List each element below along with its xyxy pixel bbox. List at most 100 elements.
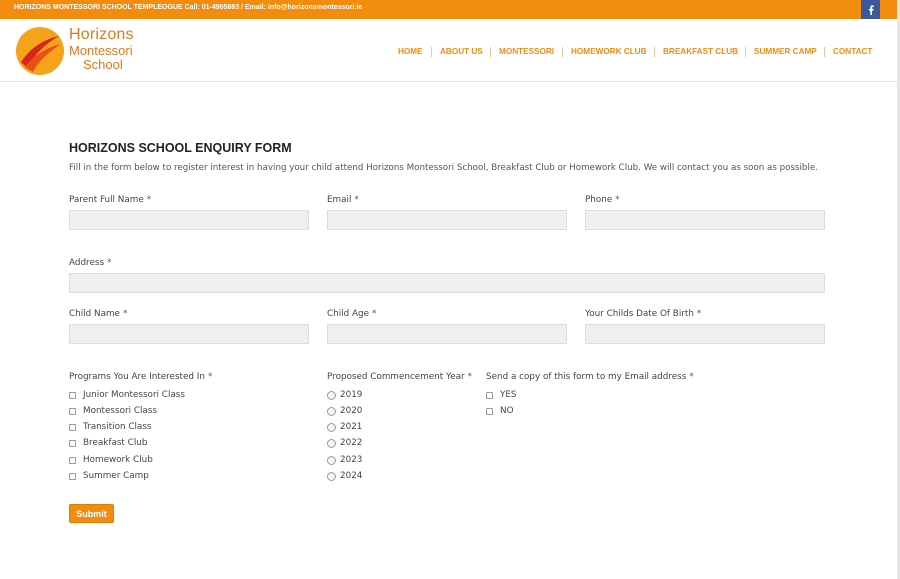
option-label: 2021 bbox=[340, 422, 363, 432]
nav-divider bbox=[654, 47, 655, 57]
checkbox[interactable] bbox=[69, 423, 76, 431]
year-option[interactable]: 2024 bbox=[327, 471, 362, 481]
logo-line-2: Montessori bbox=[69, 43, 133, 58]
email-field[interactable] bbox=[327, 210, 567, 230]
required-mark: * bbox=[696, 309, 702, 319]
programs-label: Programs You Are Interested In * bbox=[69, 372, 212, 382]
parent-name-label: Parent Full Name * bbox=[69, 195, 151, 205]
label-text: Child Name bbox=[69, 309, 120, 319]
label-text: Parent Full Name bbox=[69, 195, 144, 205]
child-age-field[interactable] bbox=[327, 324, 567, 344]
form-description: Fill in the form below to register inter… bbox=[69, 163, 818, 173]
checkbox[interactable] bbox=[486, 391, 493, 399]
radio-button[interactable] bbox=[327, 438, 336, 448]
nav-home[interactable]: HOME bbox=[398, 46, 423, 58]
option-label: YES bbox=[500, 390, 517, 400]
year-label: Proposed Commencement Year * bbox=[327, 372, 472, 382]
program-option[interactable]: Summer Camp bbox=[69, 471, 149, 481]
logo-line-3: School bbox=[83, 57, 123, 72]
facebook-link[interactable] bbox=[861, 0, 880, 19]
option-label: Montessori Class bbox=[83, 406, 157, 416]
checkbox[interactable] bbox=[486, 407, 493, 415]
nav-summer-camp[interactable]: SUMMER CAMP bbox=[754, 46, 817, 58]
required-mark: * bbox=[146, 195, 152, 205]
required-mark: * bbox=[354, 195, 359, 205]
copy-option-yes[interactable]: YES bbox=[486, 390, 517, 400]
nav-divider bbox=[490, 47, 491, 57]
nav-divider bbox=[431, 47, 432, 57]
child-dob-label: Your Childs Date Of Birth * bbox=[585, 309, 701, 319]
label-text: Address bbox=[69, 258, 105, 268]
label-text: Child Age bbox=[327, 309, 369, 319]
label-text: Phone bbox=[585, 195, 613, 205]
year-option[interactable]: 2023 bbox=[327, 455, 362, 465]
top-bar: HORIZONS MONTESSORI SCHOOL TEMPLEOGUE Ca… bbox=[0, 0, 900, 19]
nav-contact[interactable]: CONTACT bbox=[833, 46, 872, 58]
option-label: NO bbox=[500, 406, 514, 416]
option-label: 2024 bbox=[340, 471, 363, 481]
submit-button[interactable]: Submit bbox=[69, 504, 114, 523]
radio-button[interactable] bbox=[327, 471, 336, 481]
nav-about-us[interactable]: ABOUT US bbox=[440, 46, 483, 58]
radio-button[interactable] bbox=[327, 422, 336, 432]
contact-info: HORIZONS MONTESSORI SCHOOL TEMPLEOGUE Ca… bbox=[14, 4, 363, 11]
required-mark: * bbox=[689, 372, 694, 382]
checkbox[interactable] bbox=[69, 439, 76, 447]
label-text: Proposed Commencement Year bbox=[327, 372, 465, 382]
option-label: Homework Club bbox=[83, 455, 153, 465]
facebook-icon bbox=[868, 4, 874, 15]
label-text: Your Childs Date Of Birth bbox=[585, 309, 694, 319]
child-name-label: Child Name * bbox=[69, 309, 127, 319]
nav-divider bbox=[745, 47, 746, 57]
radio-button[interactable] bbox=[327, 390, 336, 400]
option-label: Transition Class bbox=[83, 422, 152, 432]
option-label: Breakfast Club bbox=[83, 438, 148, 448]
radio-button[interactable] bbox=[327, 406, 336, 416]
program-option[interactable]: Junior Montessori Class bbox=[69, 390, 185, 400]
year-option[interactable]: 2022 bbox=[327, 438, 362, 448]
checkbox[interactable] bbox=[69, 472, 76, 480]
option-label: 2019 bbox=[340, 390, 363, 400]
nav-breakfast-club[interactable]: BREAKFAST CLUB bbox=[663, 46, 738, 58]
child-dob-field[interactable] bbox=[585, 324, 825, 344]
checkbox[interactable] bbox=[69, 391, 76, 399]
nav-divider bbox=[824, 47, 825, 57]
logo-icon bbox=[16, 27, 64, 75]
nav-homework-club[interactable]: HOMEWORK CLUB bbox=[571, 46, 647, 58]
option-label: Junior Montessori Class bbox=[83, 390, 185, 400]
address-field[interactable] bbox=[69, 273, 825, 293]
phone-field[interactable] bbox=[585, 210, 825, 230]
label-text: Programs You Are Interested In bbox=[69, 372, 205, 382]
checkbox[interactable] bbox=[69, 456, 76, 464]
program-option[interactable]: Montessori Class bbox=[69, 406, 157, 416]
parent-name-field[interactable] bbox=[69, 210, 309, 230]
form-title: HORIZONS SCHOOL ENQUIRY FORM bbox=[69, 141, 292, 155]
required-mark: * bbox=[207, 372, 213, 382]
site-header: Horizons Montessori School HOME ABOUT US… bbox=[0, 19, 897, 82]
required-mark: * bbox=[372, 309, 377, 319]
year-option[interactable]: 2020 bbox=[327, 406, 362, 416]
year-option[interactable]: 2021 bbox=[327, 422, 362, 432]
required-mark: * bbox=[107, 258, 112, 268]
child-age-label: Child Age * bbox=[327, 309, 376, 319]
email-label: Email * bbox=[327, 195, 359, 205]
program-option[interactable]: Transition Class bbox=[69, 422, 151, 432]
option-label: 2020 bbox=[340, 406, 363, 416]
copy-email-label: Send a copy of this form to my Email add… bbox=[486, 372, 694, 382]
checkbox[interactable] bbox=[69, 407, 76, 415]
option-label: 2023 bbox=[340, 455, 363, 465]
logo-text: Horizons Montessori School bbox=[69, 26, 134, 72]
required-mark: * bbox=[122, 309, 128, 319]
option-label: 2022 bbox=[340, 438, 363, 448]
program-option[interactable]: Homework Club bbox=[69, 455, 153, 465]
nav-montessori[interactable]: MONTESSORI bbox=[499, 46, 554, 58]
child-name-field[interactable] bbox=[69, 324, 309, 344]
copy-option-no[interactable]: NO bbox=[486, 406, 514, 416]
required-mark: * bbox=[615, 195, 620, 205]
radio-button[interactable] bbox=[327, 455, 336, 465]
program-option[interactable]: Breakfast Club bbox=[69, 438, 147, 448]
logo-line-1: Horizons bbox=[69, 26, 134, 43]
option-label: Summer Camp bbox=[83, 471, 149, 481]
address-label: Address * bbox=[69, 258, 111, 268]
year-option[interactable]: 2019 bbox=[327, 390, 362, 400]
